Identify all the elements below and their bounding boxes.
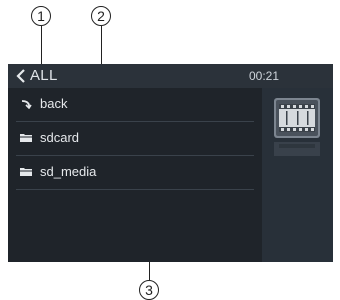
header-title: ALL: [30, 67, 58, 84]
list-item-label: sd_media: [40, 164, 97, 179]
film-strip-reflection: [274, 142, 320, 156]
list-item-label: sdcard: [40, 130, 80, 145]
preview-pane: [262, 88, 333, 262]
callout-1-leader: [41, 26, 42, 69]
file-list: back sdcard sd_media: [8, 88, 254, 190]
back-chevron-icon[interactable]: [15, 69, 27, 83]
list-item-label: back: [40, 96, 68, 111]
folder-icon: [20, 134, 32, 142]
list-item-back[interactable]: back: [16, 88, 254, 122]
callout-3: 3: [139, 280, 159, 300]
list-item-sdcard[interactable]: sdcard: [16, 122, 254, 156]
folder-icon: [20, 168, 32, 176]
callout-1: 1: [31, 6, 51, 26]
return-arrow-icon: [21, 100, 32, 109]
callout-2: 2: [91, 6, 111, 26]
top-bar: ALL 00:21: [8, 64, 333, 88]
screen: ALL 00:21 back sdcard sd_media: [8, 64, 333, 262]
film-strip-icon: [274, 98, 320, 138]
clock: 00:21: [248, 69, 279, 83]
list-item-sd-media[interactable]: sd_media: [16, 156, 254, 190]
